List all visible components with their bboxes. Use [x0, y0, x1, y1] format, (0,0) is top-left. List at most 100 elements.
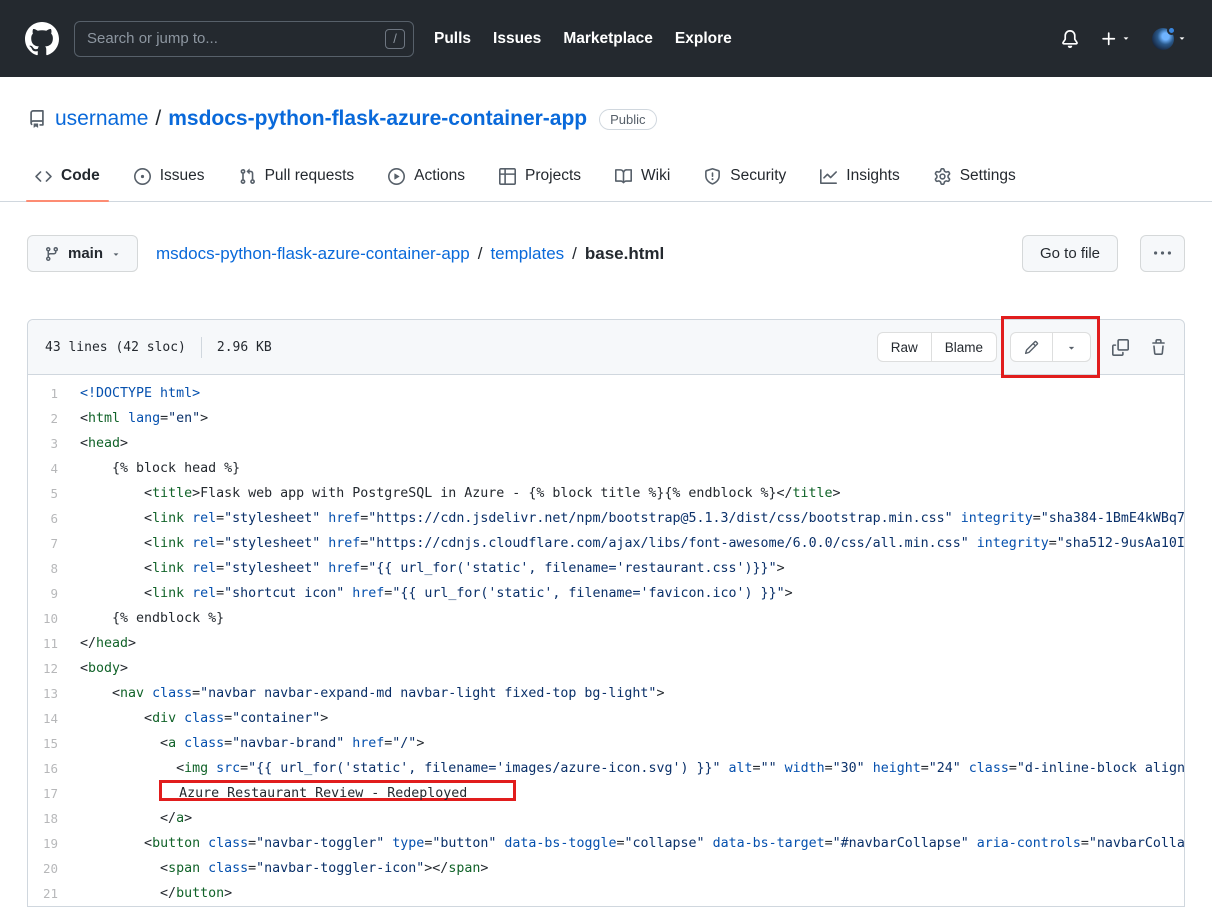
tab-label: Settings: [960, 167, 1016, 185]
tab-issues[interactable]: Issues: [117, 151, 222, 201]
line-number[interactable]: 13: [28, 681, 80, 706]
github-file-page: / Pulls Issues Marketplace Explore username…: [0, 0, 1212, 907]
code-line-11: 11</head>: [28, 631, 1184, 656]
tab-projects[interactable]: Projects: [482, 151, 598, 201]
breadcrumb-repo-link[interactable]: msdocs-python-flask-azure-container-app: [156, 244, 470, 264]
repo-title-separator: /: [155, 107, 161, 131]
line-number[interactable]: 12: [28, 656, 80, 681]
tab-insights[interactable]: Insights: [803, 151, 916, 201]
divider: [201, 337, 202, 358]
code-text: </head>: [80, 631, 1184, 656]
tab-pull-requests[interactable]: Pull requests: [222, 151, 372, 201]
create-new-button[interactable]: [1100, 30, 1131, 48]
code-line-7: 7 <link rel="stylesheet" href="https://c…: [28, 531, 1184, 556]
line-number[interactable]: 1: [28, 381, 80, 406]
annotation-highlighted-code: Azure Restaurant Review - Redeployed: [159, 780, 516, 801]
edit-file-button[interactable]: [1010, 332, 1053, 362]
line-number[interactable]: 8: [28, 556, 80, 581]
edit-dropdown-button[interactable]: [1052, 332, 1091, 362]
raw-blame-group: Raw Blame: [877, 332, 997, 362]
caret-down-icon: [1066, 342, 1077, 353]
more-options-button[interactable]: [1140, 235, 1185, 272]
code-line-1: 1<!DOCTYPE html>: [28, 381, 1184, 406]
line-number[interactable]: 4: [28, 456, 80, 481]
line-number[interactable]: 5: [28, 481, 80, 506]
tab-label: Security: [730, 167, 786, 185]
blame-button[interactable]: Blame: [931, 332, 997, 362]
line-number[interactable]: 7: [28, 531, 80, 556]
breadcrumb-separator: /: [478, 244, 483, 264]
code-text: <img src="{{ url_for('static', filename=…: [80, 756, 1184, 781]
code-line-16: 16 <img src="{{ url_for('static', filena…: [28, 756, 1184, 781]
git-pull-request-icon: [239, 168, 256, 185]
search-input[interactable]: [74, 21, 414, 57]
code-line-13: 13 <nav class="navbar navbar-expand-md n…: [28, 681, 1184, 706]
header-nav-explore[interactable]: Explore: [675, 30, 732, 48]
kebab-horizontal-icon: [1154, 245, 1171, 262]
repo-owner-link[interactable]: username: [55, 107, 148, 131]
bell-icon[interactable]: [1061, 30, 1079, 48]
code-text: <link rel="stylesheet" href="{{ url_for(…: [80, 556, 1184, 581]
tab-settings[interactable]: Settings: [917, 151, 1033, 201]
line-number[interactable]: 10: [28, 606, 80, 631]
github-logo-icon[interactable]: [25, 22, 59, 56]
line-number[interactable]: 19: [28, 831, 80, 856]
line-number[interactable]: 17: [28, 781, 80, 806]
breadcrumb: msdocs-python-flask-azure-container-app …: [156, 244, 664, 264]
line-number[interactable]: 15: [28, 731, 80, 756]
book-icon: [615, 168, 632, 185]
line-number[interactable]: 6: [28, 506, 80, 531]
trash-icon: [1150, 339, 1167, 356]
line-number[interactable]: 16: [28, 756, 80, 781]
delete-file-button[interactable]: [1150, 339, 1167, 356]
tab-security[interactable]: Security: [687, 151, 803, 201]
line-number[interactable]: 11: [28, 631, 80, 656]
line-number[interactable]: 18: [28, 806, 80, 831]
breadcrumb-dir-link[interactable]: templates: [490, 244, 564, 264]
code-line-12: 12<body>: [28, 656, 1184, 681]
line-number[interactable]: 20: [28, 856, 80, 881]
repo-name-link[interactable]: msdocs-python-flask-azure-container-app: [168, 107, 587, 131]
raw-button[interactable]: Raw: [877, 332, 932, 362]
line-number[interactable]: 21: [28, 881, 80, 906]
code-text: <body>: [80, 656, 1184, 681]
line-number[interactable]: 2: [28, 406, 80, 431]
code-viewer: 1<!DOCTYPE html>2<html lang="en">3<head>…: [28, 375, 1184, 906]
pencil-icon: [1024, 340, 1039, 355]
file-panel-header: 43 lines (42 sloc) 2.96 KB Raw Blame: [28, 320, 1184, 375]
code-text: {% block head %}: [80, 456, 1184, 481]
branch-name: main: [68, 245, 103, 262]
branch-selector[interactable]: main: [27, 235, 138, 272]
go-to-file-button[interactable]: Go to file: [1022, 235, 1118, 272]
file-actions: Raw Blame: [877, 332, 1167, 362]
line-number[interactable]: 9: [28, 581, 80, 606]
user-menu[interactable]: [1152, 28, 1187, 50]
copy-icon: [1112, 339, 1129, 356]
plus-icon: [1100, 30, 1118, 48]
tab-label: Code: [61, 167, 100, 185]
git-branch-icon: [44, 246, 60, 262]
shield-icon: [704, 168, 721, 185]
line-number[interactable]: 14: [28, 706, 80, 731]
header-right: [1061, 28, 1187, 50]
code-text: <link rel="stylesheet" href="https://cdn…: [80, 506, 1184, 531]
line-number[interactable]: 3: [28, 431, 80, 456]
code-line-19: 19 <button class="navbar-toggler" type="…: [28, 831, 1184, 856]
tab-wiki[interactable]: Wiki: [598, 151, 687, 201]
breadcrumb-separator: /: [572, 244, 577, 264]
tab-code[interactable]: Code: [18, 151, 117, 201]
code-text: Azure Restaurant Review - Redeployed: [80, 781, 1184, 806]
header-nav-pulls[interactable]: Pulls: [434, 30, 471, 48]
header-nav-marketplace[interactable]: Marketplace: [563, 30, 653, 48]
copy-file-button[interactable]: [1112, 339, 1129, 356]
file-size: 2.96 KB: [217, 340, 272, 355]
code-line-8: 8 <link rel="stylesheet" href="{{ url_fo…: [28, 556, 1184, 581]
code-text: <button class="navbar-toggler" type="but…: [80, 831, 1184, 856]
file-panel: 43 lines (42 sloc) 2.96 KB Raw Blame: [27, 319, 1185, 907]
header-nav-issues[interactable]: Issues: [493, 30, 541, 48]
code-line-6: 6 <link rel="stylesheet" href="https://c…: [28, 506, 1184, 531]
code-text: <head>: [80, 431, 1184, 456]
code-line-17: 17 Azure Restaurant Review - Redeployed: [28, 781, 1184, 806]
code-text: {% endblock %}: [80, 606, 1184, 631]
tab-actions[interactable]: Actions: [371, 151, 482, 201]
